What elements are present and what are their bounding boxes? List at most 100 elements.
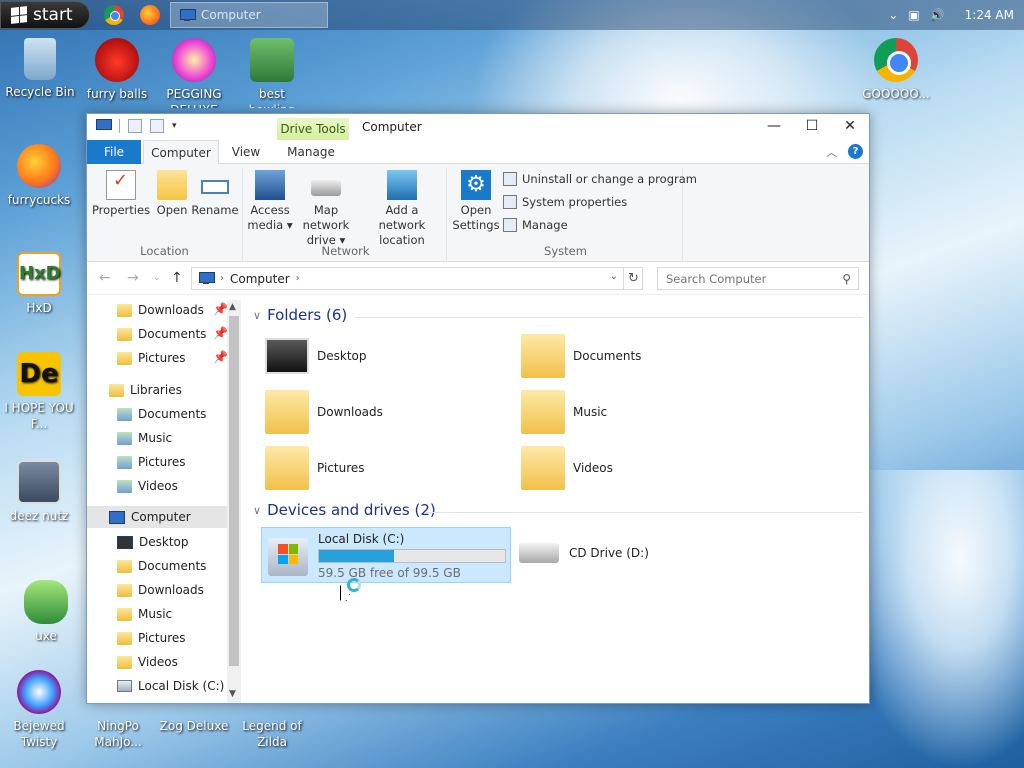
desktop-icon-furrycucks[interactable]: furrycucks	[1, 144, 77, 208]
computer-icon	[109, 510, 125, 524]
uninstall-label: Uninstall or change a program	[522, 172, 697, 186]
computer-icon[interactable]	[95, 119, 112, 133]
open-button[interactable]: Open	[153, 170, 191, 218]
desktop-icon-label: PEGGING DELUXE	[166, 87, 222, 108]
refresh-button[interactable]: ↻	[623, 267, 643, 290]
nav-pane-scrollbar[interactable]: ▲ ▼	[227, 300, 241, 703]
address-dropdown-icon[interactable]: ⌄	[610, 271, 618, 282]
nav-item-lib-pictures[interactable]: Pictures	[117, 451, 186, 473]
drive-local-disk-c[interactable]: Local Disk (C:) 59.5 GB free of 99.5 GB	[261, 527, 511, 583]
system-properties-button[interactable]: System properties	[503, 195, 627, 209]
chevron-down-icon[interactable]: ▾	[172, 121, 177, 131]
nav-item-lib-videos[interactable]: Videos	[117, 475, 178, 497]
help-icon[interactable]: ?	[848, 144, 863, 159]
minimize-button[interactable]: —	[755, 114, 793, 138]
clock[interactable]: 1:24 AM	[965, 8, 1014, 22]
collapse-ribbon-icon[interactable]: ︿	[826, 144, 837, 160]
search-input[interactable]	[658, 268, 828, 289]
desktop-icon-furry-balls[interactable]: furry balls	[79, 38, 155, 102]
folder-pictures[interactable]: Pictures	[265, 443, 365, 493]
network-icon[interactable]: ▣	[908, 8, 919, 22]
back-arrow-icon[interactable]: ←	[99, 270, 111, 286]
taskbar-task-label: Computer	[201, 8, 261, 22]
map-network-drive-button[interactable]: Map network drive ▾	[291, 170, 361, 248]
add-network-location-button[interactable]: Add a network location	[361, 170, 443, 248]
desktop-icon-bejewed[interactable]: Bejewed Twisty	[1, 670, 77, 750]
rename-button[interactable]: Rename	[191, 170, 239, 218]
desktop-icon-recycle-bin[interactable]: Recycle Bin	[2, 38, 78, 100]
uninstall-program-button[interactable]: Uninstall or change a program	[503, 172, 697, 186]
chevron-right-icon[interactable]: ›	[220, 273, 224, 284]
folders-section-header[interactable]: ∨ Folders (6)	[253, 306, 347, 324]
nav-item-desktop[interactable]: Desktop	[117, 531, 189, 553]
folder-desktop[interactable]: Desktop	[265, 331, 367, 381]
tab-view[interactable]: View	[223, 140, 269, 164]
tab-file[interactable]: File	[87, 140, 141, 164]
properties-button[interactable]: Properties	[91, 170, 151, 218]
desktop-icon-zog[interactable]: Zog Deluxe	[156, 718, 232, 734]
nav-item-computer[interactable]: Computer	[87, 506, 227, 528]
forward-arrow-icon[interactable]: →	[127, 270, 139, 286]
nav-item-videos[interactable]: Videos	[117, 651, 178, 673]
nav-item-local-disk[interactable]: Local Disk (C:)	[117, 675, 224, 697]
desktop-icon-deez-nutz[interactable]: deez nutz	[1, 460, 77, 524]
desktop-icon-pegging[interactable]: PEGGING DELUXE	[156, 38, 232, 108]
nav-item-lib-music[interactable]: Music	[117, 427, 172, 449]
nav-item-quick-documents[interactable]: Documents	[117, 323, 206, 345]
nav-item-downloads[interactable]: Downloads	[117, 579, 204, 601]
desktop-icon-zilda[interactable]: Legend of Zilda	[234, 718, 310, 750]
desktop-icon-ningpo[interactable]: NingPo MahJo...	[80, 718, 156, 750]
scroll-up-icon[interactable]: ▲	[229, 302, 236, 312]
folder-videos[interactable]: Videos	[521, 443, 613, 493]
chevron-down-icon[interactable]: ∨	[253, 504, 261, 517]
address-input[interactable]: › Computer › ⌄	[191, 267, 643, 290]
folder-documents[interactable]: Documents	[521, 331, 641, 381]
tab-manage[interactable]: Manage	[279, 140, 343, 164]
nav-item-documents[interactable]: Documents	[117, 555, 206, 577]
up-arrow-icon[interactable]: ↑	[171, 270, 183, 286]
desktop-icon-i-hope[interactable]: De I HOPE YOU F...	[1, 352, 77, 432]
nav-item-lib-documents[interactable]: Documents	[117, 403, 206, 425]
nav-item-music[interactable]: Music	[117, 603, 172, 625]
devices-section-header[interactable]: ∨ Devices and drives (2)	[253, 501, 436, 519]
chevron-right-icon[interactable]: ›	[296, 273, 300, 284]
recycle-bin-icon	[24, 38, 56, 80]
nav-item-quick-downloads[interactable]: Downloads	[117, 299, 204, 321]
firefox-icon[interactable]	[140, 5, 160, 25]
scroll-thumb[interactable]	[229, 316, 239, 666]
desktop-icon-hxd[interactable]: HxD HxD	[1, 252, 77, 316]
manage-button[interactable]: Manage	[503, 218, 568, 232]
folder-music[interactable]: Music	[521, 387, 607, 437]
nav-item-pictures[interactable]: Pictures	[117, 627, 186, 649]
close-button[interactable]: ✕	[831, 114, 869, 138]
start-button[interactable]: start	[0, 1, 90, 29]
title-bar[interactable]: ▾ Drive Tools Computer — ☐ ✕	[87, 114, 869, 140]
desktop-icon-chrome[interactable]: GOOOOO...	[858, 38, 934, 102]
properties-quick-icon[interactable]	[128, 119, 142, 133]
maximize-button[interactable]: ☐	[793, 114, 831, 138]
nav-item-libraries[interactable]: Libraries	[109, 379, 182, 401]
new-folder-quick-icon[interactable]	[150, 119, 164, 133]
quick-access-toolbar: ▾	[95, 119, 177, 133]
scroll-down-icon[interactable]: ▼	[229, 689, 236, 699]
chevron-down-icon[interactable]: ⌄	[888, 8, 898, 22]
rename-icon	[201, 180, 229, 194]
videos-library-icon	[117, 479, 132, 493]
desktop-icon-uxe[interactable]: uxe	[8, 580, 84, 644]
nav-item-label: Pictures	[138, 631, 186, 645]
tab-computer[interactable]: Computer	[143, 140, 219, 165]
properties-icon	[106, 170, 136, 200]
folder-downloads[interactable]: Downloads	[265, 387, 383, 437]
recent-locations-chevron-icon[interactable]: ⌄	[153, 273, 161, 283]
volume-icon[interactable]: 🔊	[930, 8, 945, 22]
open-settings-button[interactable]: ⚙ Open Settings	[451, 170, 501, 233]
search-box[interactable]: ⚲	[657, 267, 859, 290]
search-icon[interactable]: ⚲	[842, 272, 851, 286]
desktop-icon-best-bowling[interactable]: best bowling	[234, 38, 310, 108]
access-media-button[interactable]: Access media ▾	[247, 170, 293, 233]
chrome-icon[interactable]	[104, 5, 124, 25]
chevron-down-icon[interactable]: ∨	[253, 309, 261, 322]
taskbar-task-computer[interactable]: Computer	[170, 2, 328, 28]
nav-item-quick-pictures[interactable]: Pictures	[117, 347, 186, 369]
drive-cd-d[interactable]: CD Drive (D:)	[519, 543, 649, 563]
